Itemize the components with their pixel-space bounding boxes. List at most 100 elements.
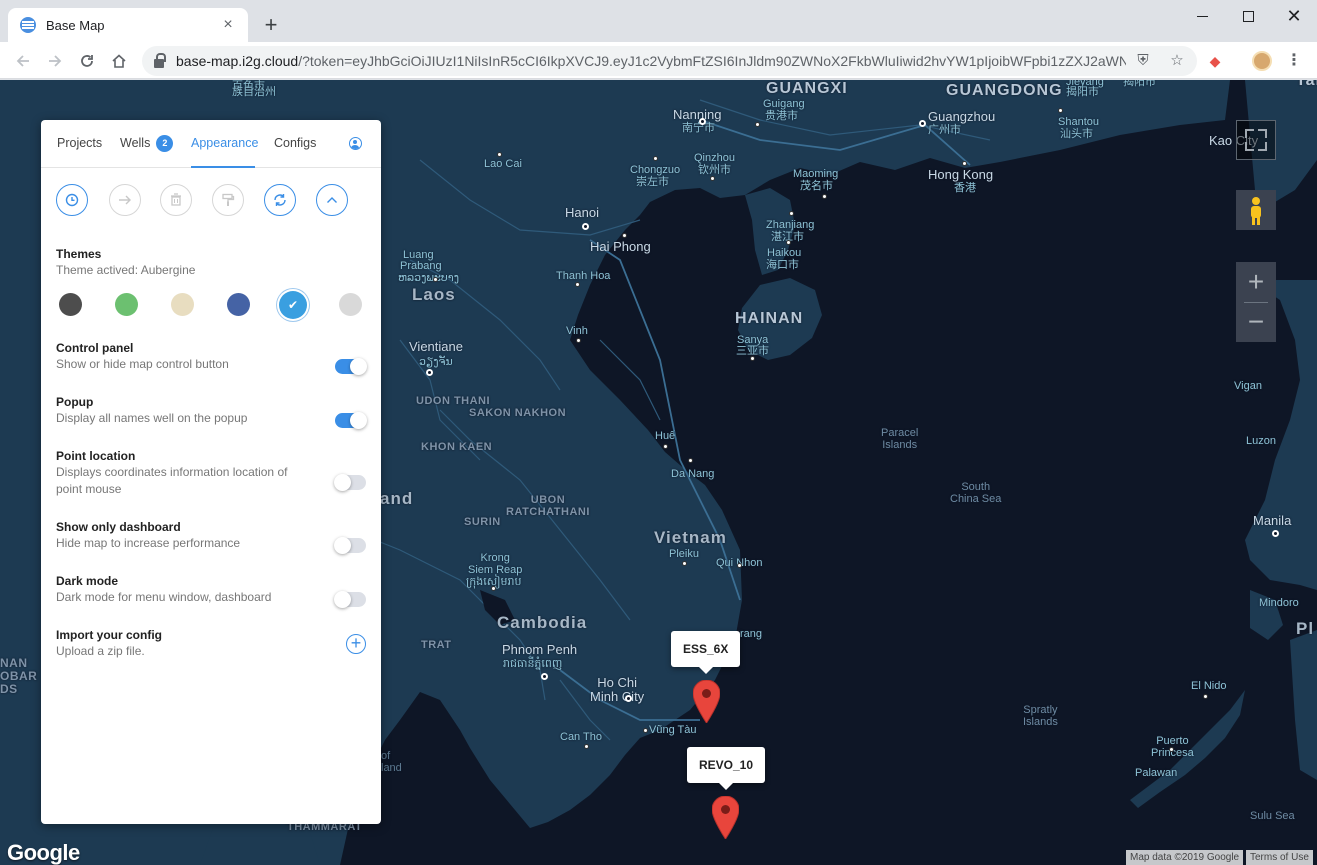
home-button[interactable] [106,48,132,74]
map-city-dot [750,356,755,361]
point-location-title: Point location [56,449,136,463]
map-label: Cambodia [497,613,588,632]
browser-tab[interactable]: Base Map × [8,8,248,42]
trash-icon [171,193,181,206]
map-label: UBON RATCHATHANI [506,494,590,519]
history-button[interactable] [56,184,88,216]
reload-button[interactable] [74,48,100,74]
map-label: 揭阳市 [1066,86,1099,98]
map-city-dot [1169,747,1174,752]
map-label: Thanh Hoa [556,270,611,282]
shield-icon[interactable]: ⛨ [1135,53,1151,69]
map-city-dot [575,282,580,287]
map-label: 广州市 [928,124,961,136]
panel-tabs: Projects Wells 2 Appearance Configs [41,120,381,168]
fullscreen-button[interactable] [1236,120,1276,160]
map-label: Paracel Islands [881,427,919,452]
browser-menu-icon[interactable]: ⋮ [1284,51,1304,71]
map-label: Vinh [566,325,588,337]
theme-swatch[interactable] [115,293,138,316]
map-city-dot [643,728,648,733]
show-only-dashboard-title: Show only dashboard [56,520,181,534]
map-city-dot [582,223,589,230]
forward-button[interactable] [42,48,68,74]
map-label: 揭阳市 [1123,80,1156,88]
map-label: Ho Chi Minh City [590,675,645,705]
well-popup-label[interactable]: REVO_10 [687,747,766,790]
bookmark-star-icon[interactable]: ☆ [1169,53,1185,69]
tab-title: Base Map [46,17,105,33]
map-city-dot [822,194,827,199]
new-tab-button[interactable]: + [258,12,284,38]
map-label: Lao Cai [484,158,522,170]
import-config-add-button[interactable]: + [346,634,366,654]
minimize-icon [1196,15,1208,17]
collapse-button[interactable] [316,184,348,216]
url-path: /?token=eyJhbGciOiJIUzI1NiIsInR5cCI6IkpX… [298,53,1126,69]
point-location-toggle[interactable] [334,474,366,491]
map-label: Huế [655,430,676,442]
user-account-icon[interactable] [349,137,362,150]
popup-title: Popup [56,395,94,409]
terms-link[interactable]: Terms of Use [1246,850,1313,865]
map-city-dot [755,122,760,127]
map-label: 香港 [954,182,976,194]
profile-avatar[interactable] [1252,51,1272,71]
window-minimize-button[interactable] [1179,0,1225,32]
map-pin-icon[interactable] [693,680,720,723]
tab-close-icon[interactable]: × [220,16,236,34]
theme-swatch[interactable]: ✔ [279,291,307,319]
clock-icon [65,193,79,207]
google-logo: Google [7,840,80,865]
theme-swatch[interactable] [59,293,82,316]
refresh-button[interactable] [264,184,296,216]
control-panel-desc: Show or hide map control button [56,357,229,371]
settings-panel: Projects Wells 2 Appearance Configs Theme… [41,120,381,824]
back-button[interactable] [10,48,36,74]
pegman-icon [1251,197,1261,225]
map-city-dot [576,338,581,343]
map-label: Zhanjiang [766,219,815,231]
map-label: Haikou [767,247,802,259]
theme-swatch[interactable] [227,293,250,316]
control-panel-toggle[interactable] [335,358,367,375]
themes-desc: Theme actived: Aubergine [56,263,196,277]
themes-title: Themes [56,247,102,261]
popup-toggle[interactable] [335,412,367,429]
map-label: Laos [412,285,456,304]
show-only-dashboard-toggle[interactable] [334,537,366,554]
zoom-in-button[interactable]: + [1236,262,1276,302]
map-pin-icon[interactable] [712,796,739,839]
map-label: Vietnam [654,528,727,547]
delete-button[interactable] [160,184,192,216]
browser-toolbar: base-map.i2g.cloud/?token=eyJhbGciOiJIUz… [0,42,1317,79]
map-label: 汕头市 [1060,128,1093,140]
tab-projects[interactable]: Projects [57,120,102,168]
map-label: 崇左市 [636,176,669,188]
well-popup-label[interactable]: ESS_6X [671,631,741,674]
map-label: ຫລວງພະບາງ [398,272,460,284]
tab-configs[interactable]: Configs [274,120,316,168]
window-close-button[interactable]: ✕ [1271,0,1317,32]
home-icon [112,54,126,68]
extension-icon[interactable]: ◆ [1207,53,1223,69]
street-view-pegman-button[interactable] [1236,190,1276,230]
paint-roller-icon [222,193,235,206]
theme-swatch[interactable] [171,293,194,316]
map-city-dot [789,211,794,216]
theme-swatch[interactable] [339,293,362,316]
apply-button[interactable] [109,184,141,216]
tab-appearance[interactable]: Appearance [191,120,258,168]
window-maximize-button[interactable] [1225,0,1271,32]
map-city-dot [919,120,926,127]
map-label: GUANGDONG [946,82,1063,99]
dark-mode-toggle[interactable] [334,591,366,608]
map-label: Chongzuo [630,164,681,176]
tab-wells[interactable]: Wells 2 [120,120,174,168]
zoom-out-button[interactable]: − [1236,302,1276,342]
paint-button[interactable] [212,184,244,216]
show-only-dashboard-desc: Hide map to increase performance [56,536,241,550]
map-city-dot [699,118,706,125]
address-bar[interactable]: base-map.i2g.cloud/?token=eyJhbGciOiJIUz… [142,46,1197,76]
map-city-dot [1203,694,1208,699]
